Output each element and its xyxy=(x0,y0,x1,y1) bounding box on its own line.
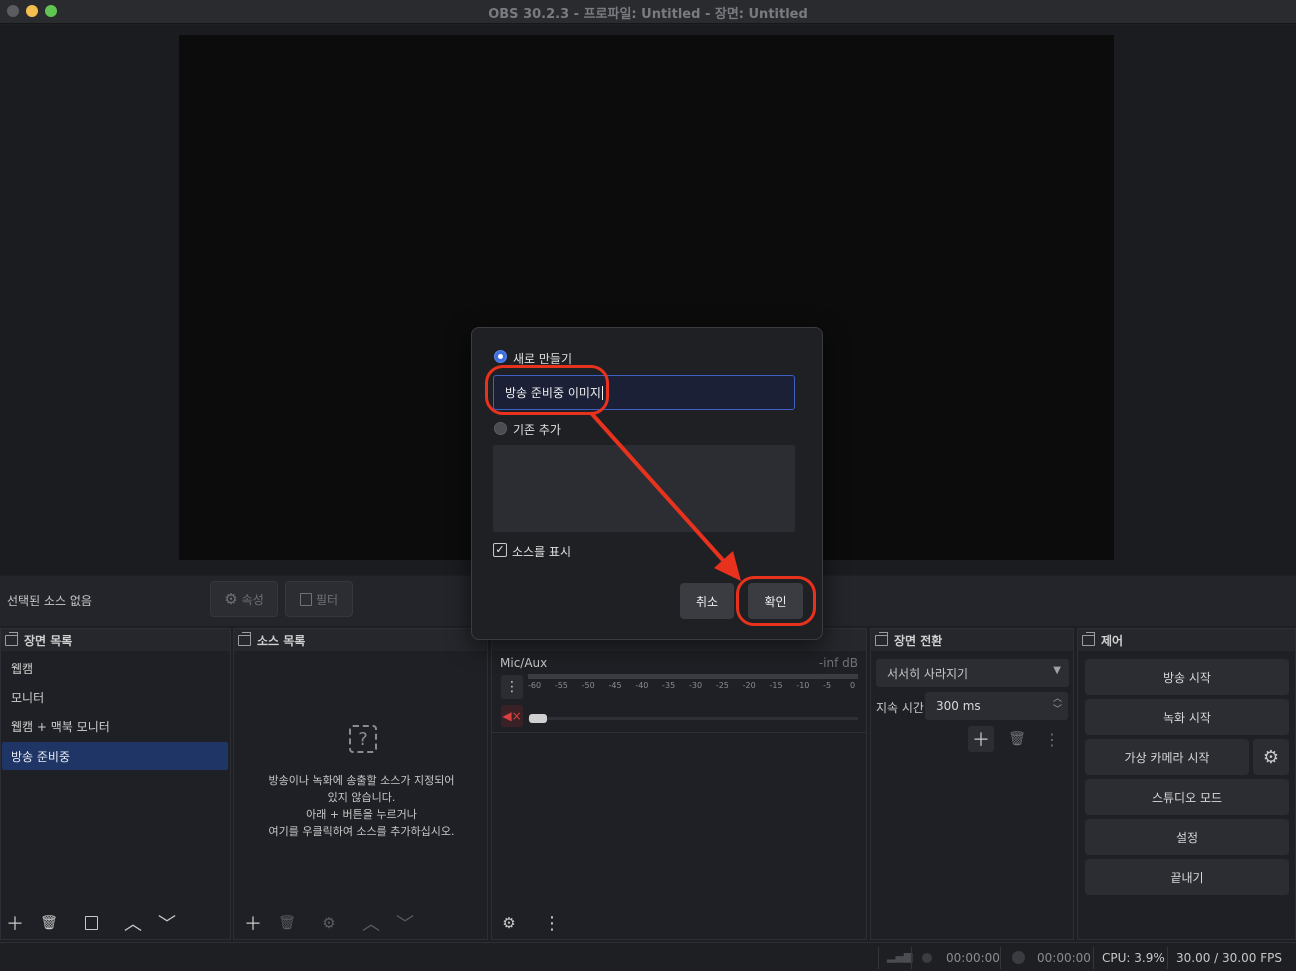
annotation-arrow xyxy=(590,412,741,581)
obs-window: OBS 30.2.3 - 프로파일: Untitled - 장면: Untitl… xyxy=(0,0,1296,971)
